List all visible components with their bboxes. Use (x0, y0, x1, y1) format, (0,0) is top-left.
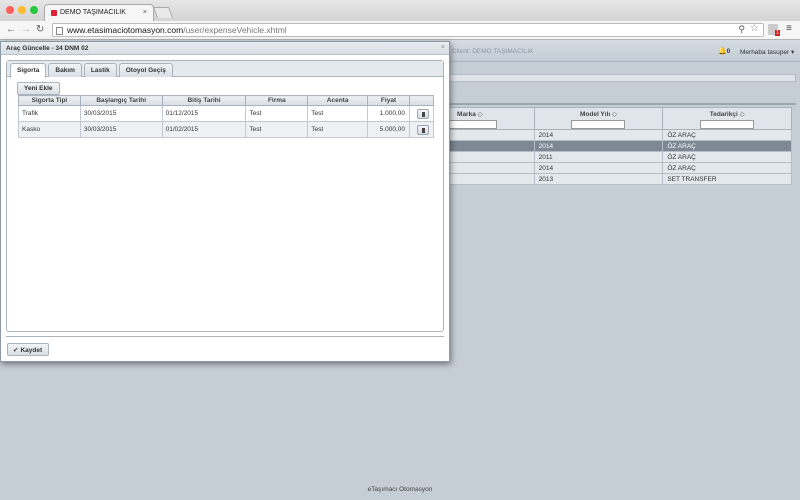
tab-otoyol-gecis[interactable]: Otoyol Geçiş (118, 63, 173, 77)
insurance-table: Sigorta Tipi Başlangıç Tarihi Bitiş Tari… (18, 95, 435, 138)
tab-bar: Sigorta Bakım Lastik Otoyol Geçiş (7, 61, 443, 78)
user-menu[interactable]: Merhaba tasuper ▾ (740, 48, 794, 56)
filter-input-model-yili[interactable] (571, 120, 626, 129)
column-header (408, 95, 435, 106)
url-host: www.etasimaciotomasyon.com (67, 25, 184, 35)
forward-icon[interactable]: → (21, 24, 31, 35)
tab-bakim[interactable]: Bakım (48, 63, 82, 77)
reload-icon[interactable]: ↻ (36, 24, 44, 35)
client-name: Client: DEMO TAŞIMACILIK (452, 48, 534, 55)
notification-bell-icon[interactable]: 🔔0 (718, 47, 730, 55)
filter-input-marka[interactable] (442, 120, 497, 129)
table-row[interactable]: - VITO2014ÖZ ARAÇ (405, 162, 792, 174)
toolbar-strip (448, 74, 796, 82)
delete-trash-icon[interactable] (416, 108, 429, 119)
save-button[interactable]: ✔ Kaydet (7, 343, 50, 356)
footer: eTaşımacı Otomasyon (367, 486, 433, 493)
notification-count: 0 (726, 49, 731, 55)
search-icon[interactable]: ⚲ (738, 24, 745, 35)
url-path: /user/expenseVehicle.xhtml (183, 25, 287, 35)
extension-badge: 1 (775, 30, 780, 36)
minimize-window-icon[interactable] (18, 6, 26, 14)
table-row[interactable]: 2014 ÖZ ARAÇ (405, 140, 792, 152)
dialog-title: Araç Güncelle - 34 DNM 02 (1, 42, 449, 55)
tab-sigorta[interactable]: Sigorta (10, 63, 47, 78)
column-header[interactable]: Sigorta Tipi (18, 95, 81, 106)
column-header[interactable]: Acenta (307, 95, 369, 106)
favicon-icon (51, 10, 57, 16)
new-tab-button[interactable] (152, 7, 174, 18)
checkmark-icon: ✔ (13, 347, 19, 354)
close-window-icon[interactable] (6, 6, 14, 14)
divider (6, 336, 444, 337)
table-row[interactable]: STARLINER2013SET TRANSFER (405, 173, 792, 185)
browser-tab[interactable]: DEMO TAŞIMACILIK × (44, 4, 154, 21)
delete-trash-icon[interactable] (416, 124, 429, 135)
page-icon (56, 27, 63, 35)
vehicle-update-dialog: Araç Güncelle - 34 DNM 02 × Sigorta Bakı… (0, 41, 450, 362)
table-row[interactable]: IKUAZ2014ÖZ ARAÇ (405, 129, 792, 141)
tab-lastik[interactable]: Lastik (83, 63, 117, 77)
tab-title: DEMO TAŞIMACILIK (60, 9, 126, 16)
table-row[interactable]: Trafik 30/03/2015 01/12/2015 Test Test 1… (18, 105, 435, 122)
column-header[interactable]: Fiyat (367, 95, 410, 106)
column-header-model-yili[interactable]: Model Yılı ◇ (533, 107, 664, 130)
filter-input-tedarikci[interactable] (700, 120, 755, 129)
browser-toolbar: ← → ↻ www.etasimaciotomasyon.com/user/ex… (0, 21, 800, 40)
column-header[interactable]: Başlangıç Tarihi (79, 95, 163, 106)
maximize-window-icon[interactable] (30, 6, 38, 14)
browser-tabstrip: DEMO TAŞIMACILIK × (0, 0, 800, 21)
add-new-button[interactable]: Yeni Ekle (17, 82, 60, 95)
column-header-tedarikci[interactable]: Tedarikçi ◇ (662, 107, 792, 130)
column-header[interactable]: Firma (245, 95, 309, 106)
column-header[interactable]: Bitiş Tarihi (161, 95, 247, 106)
dialog-close-icon[interactable]: × (441, 44, 445, 51)
table-row[interactable]: ULTAN2011ÖZ ARAÇ (405, 151, 792, 163)
address-bar[interactable]: www.etasimaciotomasyon.com/user/expenseV… (52, 23, 764, 37)
close-tab-icon[interactable]: × (143, 9, 147, 16)
extension-icon[interactable]: 1 (768, 24, 780, 36)
vehicle-table: Marka ◇ Model Yılı ◇ Tedarikçi ◇ IKUAZ20… (405, 107, 792, 185)
back-icon[interactable]: ← (6, 24, 16, 35)
table-row[interactable]: Kasko 30/03/2015 01/02/2015 Test Test 5.… (18, 121, 435, 138)
menu-icon[interactable]: ≡ (786, 23, 792, 34)
bookmark-star-icon[interactable]: ☆ (750, 23, 759, 34)
divider (448, 103, 796, 105)
